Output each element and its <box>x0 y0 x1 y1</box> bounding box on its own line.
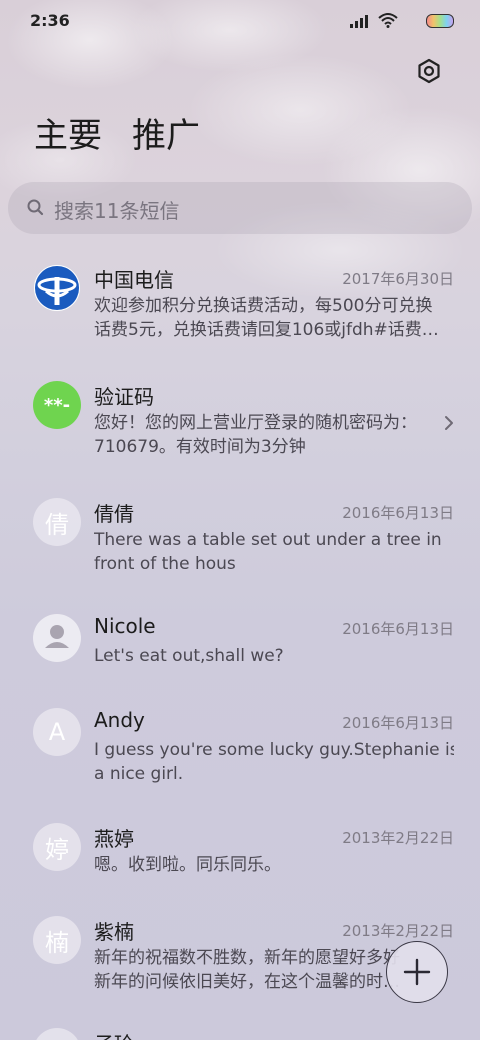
signal-icon <box>350 14 368 28</box>
contact-name: Andy <box>94 708 145 732</box>
list-item[interactable]: 玲 子玲 <box>0 1028 480 1040</box>
contact-name: 倩倩 <box>94 502 134 526</box>
list-item[interactable]: 中国电信 2017年6月30日 欢迎参加积分兑换话费活动，每500分可兑换 话费… <box>0 264 480 354</box>
message-preview: 您好！您的网上营业厅登录的随机密码为： 710679。有效时间为3分钟 <box>94 411 454 459</box>
preview-line: 欢迎参加积分兑换话费活动，每500分可兑换 <box>94 296 433 316</box>
preview-line: 您好！您的网上营业厅登录的随机密码为： <box>94 413 417 433</box>
message-date: 2013年2月22日 <box>342 829 454 847</box>
contact-name: 中国电信 <box>94 268 174 292</box>
contact-name: 紫楠 <box>94 920 134 944</box>
status-icons <box>334 12 454 30</box>
contact-name: 燕婷 <box>94 827 134 851</box>
list-item[interactable]: **- 验证码 您好！您的网上营业厅登录的随机密码为： 710679。有效时间为… <box>0 381 480 471</box>
message-date: 2016年6月13日 <box>342 504 454 522</box>
tab-main[interactable]: 主要 <box>34 108 102 157</box>
compose-button[interactable] <box>386 941 448 1003</box>
contact-name: 验证码 <box>94 385 154 409</box>
message-date: 2013年2月22日 <box>342 922 454 940</box>
tab-promo[interactable]: 推广 <box>132 108 200 157</box>
avatar: A <box>33 708 81 756</box>
person-icon <box>33 614 81 662</box>
message-preview: 嗯。收到啦。同乐同乐。 <box>94 853 454 877</box>
list-item[interactable]: A Andy 2016年6月13日 I guess you're some lu… <box>0 708 480 798</box>
settings-button[interactable] <box>412 54 446 88</box>
message-date: 2017年6月30日 <box>342 270 454 288</box>
avatar: 倩 <box>33 498 81 546</box>
search-input[interactable]: 搜索11条短信 <box>8 182 472 234</box>
message-preview: I guess you're some lucky guy.Stephanie … <box>94 738 454 786</box>
list-item[interactable]: 婷 燕婷 2013年2月22日 嗯。收到啦。同乐同乐。 <box>0 823 480 893</box>
message-preview: 欢迎参加积分兑换话费活动，每500分可兑换 话费5元，兑换话费请回复106或jf… <box>94 294 454 342</box>
preview-line: front of the hous <box>94 554 236 574</box>
plus-icon <box>403 958 431 986</box>
china-telecom-logo <box>33 264 81 312</box>
preview-line: I guess you're some lucky guy.Stephanie … <box>94 740 454 760</box>
preview-line: Let's eat out,shall we? <box>94 646 284 666</box>
preview-line: 710679。有效时间为3分钟 <box>94 437 306 457</box>
message-date: 2016年6月13日 <box>342 714 454 732</box>
chevron-right-icon[interactable] <box>442 413 456 433</box>
message-preview: There was a table set out under a tree i… <box>94 528 454 576</box>
battery-icon <box>426 14 454 28</box>
search-placeholder: 搜索11条短信 <box>54 199 180 223</box>
preview-line: 话费5元，兑换话费请回复106或jfdh#话费… <box>94 320 439 340</box>
status-bar: 2:36 <box>0 0 480 40</box>
avatar: 婷 <box>33 823 81 871</box>
status-time: 2:36 <box>30 11 70 30</box>
preview-line: a nice girl. <box>94 764 184 784</box>
preview-line: There was a table set out under a tree i… <box>94 530 442 550</box>
gear-icon <box>418 58 440 84</box>
list-item[interactable]: Nicole 2016年6月13日 Let's eat out,shall we… <box>0 614 480 684</box>
list-item[interactable]: 倩 倩倩 2016年6月13日 There was a table set ou… <box>0 498 480 588</box>
preview-line: 嗯。收到啦。同乐同乐。 <box>94 855 281 875</box>
avatar: 玲 <box>33 1028 81 1040</box>
search-icon <box>27 199 44 216</box>
wifi-icon <box>378 13 398 28</box>
message-date: 2016年6月13日 <box>342 620 454 638</box>
message-preview: Let's eat out,shall we? <box>94 644 454 668</box>
contact-name: Nicole <box>94 614 156 638</box>
verification-avatar: **- <box>33 381 81 429</box>
contact-name: 子玲 <box>94 1028 134 1040</box>
avatar: 楠 <box>33 916 81 964</box>
